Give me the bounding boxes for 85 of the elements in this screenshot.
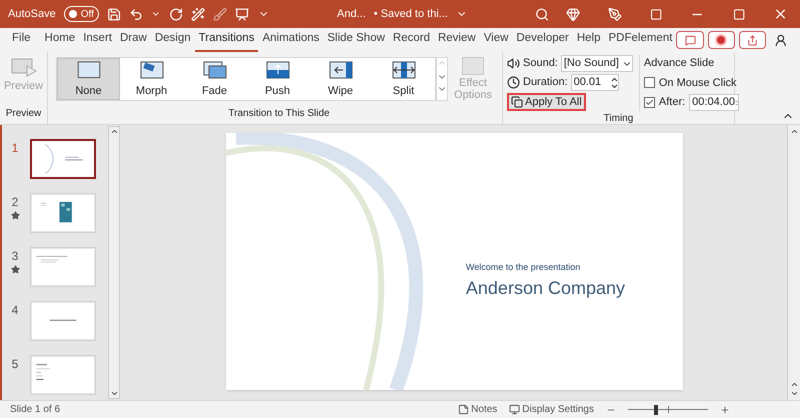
slide-thumbnail[interactable]: [32, 249, 94, 285]
notes-button[interactable]: Notes: [458, 402, 498, 417]
ribbon-tab[interactable]: Review: [434, 28, 480, 52]
presentation-icon[interactable]: [235, 6, 250, 22]
transition-icon: [200, 58, 228, 81]
ribbon-tab[interactable]: Record: [388, 28, 434, 52]
spinner-icon: [610, 76, 618, 88]
zoom-in-icon[interactable]: [720, 404, 730, 414]
checkbox[interactable]: [644, 97, 655, 108]
preview-icon: [10, 58, 36, 78]
slide-number: 2: [12, 194, 18, 211]
comment-icon: [684, 34, 696, 46]
ribbon-tab[interactable]: Slide Show: [323, 28, 389, 52]
ribbon-tab[interactable]: View: [480, 28, 512, 52]
slide-number: 5: [12, 356, 18, 373]
slide-thumbnail[interactable]: [32, 303, 94, 339]
scroll-up-icon[interactable]: [110, 127, 118, 136]
slide-number: 1: [12, 140, 18, 157]
checkbox[interactable]: [644, 77, 655, 88]
group-label: Timing: [604, 112, 634, 126]
zoom-slider[interactable]: [628, 404, 708, 414]
save-status: • Saved to thi...: [374, 6, 448, 22]
ribbon-tab[interactable]: Developer: [512, 28, 573, 52]
group-label: Transition to This Slide: [228, 107, 330, 121]
sound-label: Sound:: [523, 56, 558, 72]
undo-icon[interactable]: [129, 6, 144, 22]
ribbon-tab[interactable]: Insert: [79, 28, 116, 52]
share-button[interactable]: [739, 31, 766, 49]
transition-option[interactable]: Fade: [183, 58, 246, 100]
duration-icon: [507, 76, 520, 89]
slide-number: 3: [12, 248, 18, 265]
transition-icon: [326, 58, 354, 81]
autosave-label: AutoSave: [8, 6, 56, 22]
ribbon-tab[interactable]: Design: [150, 28, 195, 52]
ribbon-tab[interactable]: Home: [40, 28, 80, 52]
monitor-icon: [509, 404, 520, 415]
document-name: And...: [337, 6, 366, 22]
transition-icon: [390, 58, 418, 81]
next-slide-icon[interactable]: [790, 389, 798, 398]
coauthor-icon[interactable]: [774, 32, 788, 48]
previous-slide-icon[interactable]: [790, 380, 798, 389]
group-label: Preview: [6, 107, 42, 121]
transition-option[interactable]: None: [57, 58, 120, 100]
slide-subtitle: Welcome to the presentation: [466, 261, 582, 274]
slide-title: Anderson Company: [466, 276, 625, 300]
record-button[interactable]: [708, 31, 736, 49]
comments-button[interactable]: [676, 31, 704, 49]
duration-field[interactable]: 00.01: [570, 74, 619, 91]
slide-thumbnail[interactable]: [32, 357, 94, 393]
save-icon[interactable]: [106, 6, 122, 22]
transition-option[interactable]: Morph: [120, 58, 183, 100]
wand-icon[interactable]: [191, 6, 206, 22]
share-icon: [747, 34, 758, 46]
after-time-field[interactable]: 00:04.00: [689, 94, 740, 111]
checkbox-label: On Mouse Click: [658, 76, 737, 90]
sound-icon: [507, 57, 520, 70]
diamond-icon[interactable]: [566, 6, 580, 22]
slides-icon: [511, 96, 523, 108]
ribbon-tab[interactable]: Help: [572, 28, 604, 52]
advance-slide-heading: Advance Slide: [644, 56, 716, 71]
scroll-down-icon[interactable]: [110, 389, 118, 398]
display-settings-button[interactable]: Display Settings: [509, 402, 594, 417]
ribbon-tab[interactable]: File: [8, 28, 35, 52]
duration-label: Duration:: [523, 75, 568, 90]
scroll-up-icon[interactable]: [790, 127, 798, 136]
transition-option[interactable]: Wipe: [309, 58, 372, 100]
pen-icon[interactable]: [608, 6, 622, 22]
transition-option[interactable]: Split: [372, 58, 435, 100]
notes-icon: [458, 404, 470, 415]
transition-icon: [138, 58, 166, 81]
ribbon-tab[interactable]: Animations: [258, 28, 324, 52]
transition-option[interactable]: Push: [246, 58, 309, 100]
sound-dropdown[interactable]: [No Sound]: [560, 55, 633, 72]
slide-number: 4: [12, 302, 18, 319]
search-icon[interactable]: [535, 6, 550, 22]
ribbon-tab[interactable]: PDFelement: [604, 28, 676, 52]
slide-thumbnail[interactable]: [32, 195, 94, 231]
autosave-toggle[interactable]: Off: [64, 6, 99, 22]
maximize-icon[interactable]: [732, 8, 745, 20]
ribbon-tab[interactable]: Draw: [116, 28, 151, 52]
slide-counter: Slide 1 of 6: [10, 403, 60, 417]
redo-icon[interactable]: [168, 6, 183, 22]
apply-to-all-button[interactable]: Apply To All: [507, 93, 586, 111]
checkbox-label: After:: [658, 95, 686, 110]
slide-thumbnail[interactable]: [32, 141, 94, 177]
